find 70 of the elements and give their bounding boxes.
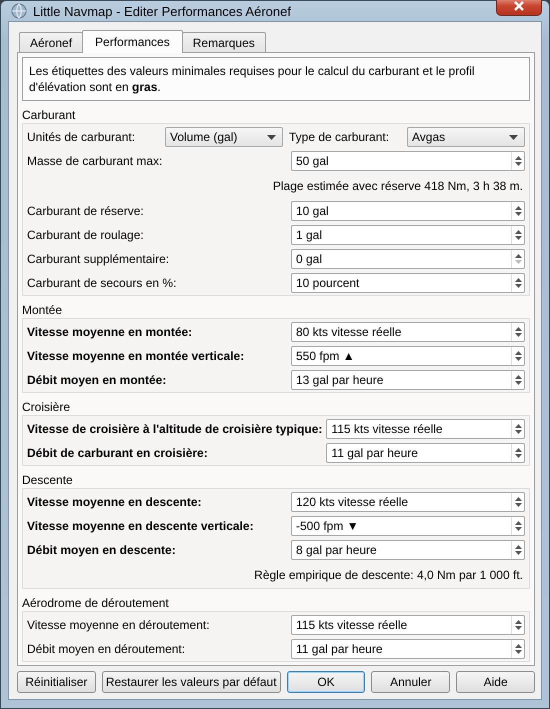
spin-box[interactable]: 0 gal [291,249,525,269]
spin-box[interactable]: 50 gal [291,151,525,171]
tab[interactable]: Aéronef [19,32,84,52]
spin-box[interactable]: 11 gal par heure [326,443,525,463]
field-label: Débit moyen en déroutement: [27,642,186,656]
info-text: Les étiquettes des valeurs minimales requises pour le calcul du carburant et le profil d'élévation sont en gras. [22,57,530,101]
close-button[interactable] [496,0,542,16]
spin-arrows-icon[interactable] [511,347,524,365]
field-label: Débit moyen en descente: [27,543,177,557]
spin-box[interactable]: 115 kts vitesse réelle [291,615,525,635]
tab[interactable]: Performances [82,30,183,53]
spin-box[interactable]: -500 fpm ▼ [291,516,525,536]
spin-box[interactable]: 10 gal [291,201,525,221]
window-title: Little Navmap - Editer Performances Aéronef [33,4,292,18]
spin-arrows-icon[interactable] [511,616,524,634]
field-label: Débit moyen en montée: [27,373,168,387]
spin-arrows-icon[interactable] [511,517,524,535]
spin-box[interactable]: 550 fpm ▲ [291,346,525,366]
field-label: Carburant de roulage: [27,228,145,242]
spin-arrows-icon[interactable] [511,640,524,658]
group-title: Carburant [22,107,76,123]
field-label: Masse de carburant max: [27,154,164,168]
field-label: Débit de carburant en croisière: [27,446,209,460]
close-icon [513,1,525,11]
field-label: Vitesse moyenne en descente: [27,495,203,509]
field-label: Vitesse moyenne en déroutement: [27,618,211,632]
group-title: Croisière [22,399,72,415]
spin-box[interactable]: 11 gal par heure [291,639,525,659]
spin-box[interactable]: 8 gal par heure [291,540,525,560]
tab[interactable]: Remarques [182,32,266,52]
field-label: Carburant supplémentaire: [27,252,170,266]
spin-box[interactable]: 1 gal [291,225,525,245]
group-title: Aérodrome de déroutement [22,595,170,611]
spin-arrows-icon[interactable] [511,323,524,341]
dialog-button[interactable]: Restaurer les valeurs par défaut [102,671,281,693]
dropdown[interactable]: Volume (gal) [165,127,283,147]
spin-box[interactable]: 80 kts vitesse réelle [291,322,525,342]
spin-box[interactable]: 13 gal par heure [291,370,525,390]
dialog-button[interactable]: Réinitialiser [17,671,96,693]
spin-arrows-icon[interactable] [511,444,524,462]
field-label: Vitesse moyenne en montée verticale: [27,349,246,363]
estimate-note: Règle empirique de descente: 4,0 Nm par 1 000 ft. [253,567,524,584]
dropdown[interactable]: Avgas [407,127,525,147]
field-label: Unités de carburant: [27,130,136,144]
spin-box[interactable]: 10 pourcent [291,273,525,293]
spin-box[interactable]: 120 kts vitesse réelle [291,492,525,512]
field-label: Type de carburant: [289,130,390,144]
field-label: Vitesse moyenne en montée: [27,325,194,339]
spin-box[interactable]: 115 kts vitesse réelle [326,419,525,439]
caret-icon [509,134,518,140]
dialog-button[interactable]: Aide [456,671,536,693]
spin-arrows-icon[interactable] [511,420,524,438]
spin-arrows-icon[interactable] [511,493,524,511]
dialog-button[interactable]: Annuler [371,671,450,693]
field-label: Carburant de réserve: [27,204,145,218]
spin-arrows-icon[interactable] [511,274,524,292]
spin-arrows-icon[interactable] [511,202,524,220]
caret-icon [267,134,276,140]
spin-arrows-icon[interactable] [511,152,524,170]
spin-arrows-icon[interactable] [511,541,524,559]
field-label: Vitesse moyenne en descente verticale: [27,519,255,533]
group-title: Descente [22,472,74,488]
field-label: Vitesse de croisière à l'altitude de croisière typique: [27,422,324,436]
field-label: Carburant de secours en %: [27,276,178,290]
spin-arrows-icon[interactable] [511,371,524,389]
group-title: Montée [22,302,64,318]
globe-icon [11,3,27,19]
dialog-button[interactable]: OK [286,671,366,693]
estimate-note: Plage estimée avec réserve 418 Nm, 3 h 38 m. [272,178,524,195]
spin-arrows-icon[interactable] [511,226,524,244]
